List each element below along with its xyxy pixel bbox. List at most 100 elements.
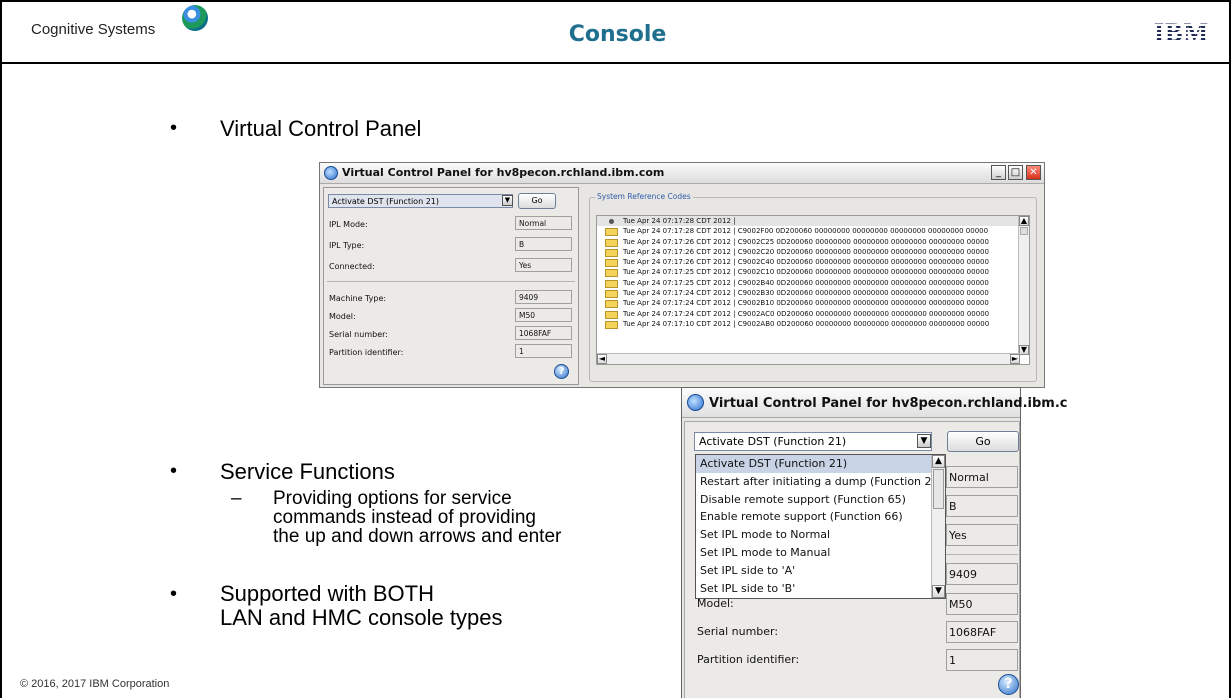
src-row[interactable]: Tue Apr 24 07:17:28 CDT 2012 | bbox=[597, 216, 1029, 227]
dropdown-scrollbar[interactable]: ▲ ▼ bbox=[931, 455, 945, 598]
src-row[interactable]: Tue Apr 24 07:17:26 CDT 2012 | C9002C25 … bbox=[597, 237, 1029, 247]
folder-icon bbox=[605, 290, 618, 299]
src-row-text: Tue Apr 24 07:17:28 CDT 2012 | bbox=[623, 217, 736, 225]
function-select[interactable]: Activate DST (Function 21) bbox=[328, 194, 513, 208]
src-title: System Reference Codes bbox=[595, 192, 693, 201]
bullet-supported-line: LAN and HMC console types bbox=[220, 605, 503, 630]
sub-bullet-line: commands instead of providing bbox=[273, 507, 536, 528]
zoom-window-title: Virtual Control Panel for hv8pecon.rchla… bbox=[709, 396, 1068, 411]
dropdown-option[interactable]: Set IPL side to 'B' bbox=[696, 580, 945, 598]
folder-icon bbox=[605, 279, 618, 288]
src-row[interactable]: Tue Apr 24 07:17:10 CDT 2012 | C9002AB0 … bbox=[597, 319, 1029, 329]
src-row[interactable]: Tue Apr 24 07:17:24 CDT 2012 | C9002B30 … bbox=[597, 288, 1029, 299]
scroll-up-icon[interactable]: ▲ bbox=[1019, 216, 1029, 226]
dropdown-option[interactable]: Set IPL mode to Normal bbox=[696, 526, 945, 544]
folder-icon bbox=[605, 248, 618, 257]
vcp-zoom-window: Virtual Control Panel for hv8pecon.rchla… bbox=[681, 387, 1068, 698]
connected-value: Yes bbox=[946, 524, 1018, 546]
folder-icon bbox=[605, 300, 618, 309]
bullet-service-functions: Service Functions bbox=[220, 459, 395, 484]
zoom-titlebar: Virtual Control Panel for hv8pecon.rchla… bbox=[682, 388, 1068, 418]
field-label: Serial number: bbox=[329, 330, 388, 339]
model-value: M50 bbox=[946, 593, 1018, 615]
src-row-text: Tue Apr 24 07:17:26 CDT 2012 | C9002C40 … bbox=[623, 258, 989, 267]
dropdown-option[interactable]: Enable remote support (Function 66) bbox=[696, 508, 945, 526]
bullet-virtual-control-panel: Virtual Control Panel bbox=[220, 116, 422, 141]
vcp-window: Virtual Control Panel for hv8pecon.rchla… bbox=[319, 162, 1045, 388]
bullet-icon bbox=[609, 219, 614, 224]
machine-type-value: 9409 bbox=[515, 290, 572, 304]
function-select[interactable]: Activate DST (Function 21) bbox=[694, 432, 932, 451]
folder-icon bbox=[605, 310, 618, 319]
model-value: M50 bbox=[515, 308, 572, 322]
scroll-thumb[interactable] bbox=[1020, 227, 1028, 235]
src-row-text: Tue Apr 24 07:17:24 CDT 2012 | C9002B30 … bbox=[623, 289, 989, 298]
scroll-right-icon[interactable]: ► bbox=[1010, 354, 1020, 364]
minimize-button[interactable]: _ bbox=[991, 165, 1006, 180]
src-row-text: Tue Apr 24 07:17:10 CDT 2012 | C9002AB0 … bbox=[623, 319, 990, 328]
close-button[interactable]: ✕ bbox=[1026, 165, 1041, 180]
src-row-text: Tue Apr 24 07:17:25 CDT 2012 | C9002C10 … bbox=[623, 268, 989, 277]
divider bbox=[946, 554, 1018, 555]
dropdown-options: Activate DST (Function 21) Restart after … bbox=[696, 455, 945, 597]
folder-icon bbox=[605, 259, 618, 268]
src-row-text: Tue Apr 24 07:17:24 CDT 2012 | C9002AC0 … bbox=[623, 309, 990, 318]
src-horizontal-scrollbar[interactable]: ◄ ► bbox=[597, 353, 1020, 364]
machine-type-value: 9409 bbox=[946, 563, 1018, 585]
vcp-window-title: Virtual Control Panel for hv8pecon.rchla… bbox=[342, 166, 665, 179]
sub-bullet-line: Providing options for service bbox=[273, 488, 512, 509]
maximize-button[interactable]: □ bbox=[1008, 165, 1023, 180]
src-row-text: Tue Apr 24 07:17:24 CDT 2012 | C9002B10 … bbox=[623, 299, 989, 308]
scroll-left-icon[interactable]: ◄ bbox=[597, 354, 607, 364]
dropdown-option[interactable]: Set IPL side to 'A' bbox=[696, 562, 945, 580]
src-row[interactable]: Tue Apr 24 07:17:25 CDT 2012 | C9002B40 … bbox=[597, 278, 1029, 288]
folder-icon bbox=[605, 320, 618, 329]
bullet-dot: • bbox=[170, 117, 178, 139]
help-icon[interactable]: ? bbox=[998, 674, 1019, 695]
src-row[interactable]: Tue Apr 24 07:17:25 CDT 2012 | C9002C10 … bbox=[597, 267, 1029, 278]
field-label: IPL Type: bbox=[329, 241, 365, 250]
field-label: Model: bbox=[329, 312, 356, 321]
field-label: Machine Type: bbox=[329, 294, 387, 303]
src-row-text: Tue Apr 24 07:17:26 CDT 2012 | C9002C25 … bbox=[623, 237, 989, 246]
dropdown-option[interactable]: Set IPL mode to Manual bbox=[696, 544, 945, 562]
divider bbox=[327, 281, 575, 282]
folder-icon bbox=[605, 238, 618, 247]
partition-identifier-value: 1 bbox=[946, 649, 1018, 671]
field-label: Model: bbox=[697, 597, 734, 610]
ipl-type-value: B bbox=[515, 237, 572, 251]
go-button[interactable]: Go bbox=[518, 193, 556, 209]
go-button[interactable]: Go bbox=[947, 431, 1019, 452]
src-row[interactable]: Tue Apr 24 07:17:28 CDT 2012 | C9002F00 … bbox=[597, 226, 1029, 237]
src-vertical-scrollbar[interactable]: ▲ ▼ bbox=[1018, 216, 1029, 355]
src-list[interactable]: Tue Apr 24 07:17:28 CDT 2012 | Tue Apr 24… bbox=[596, 215, 1030, 365]
src-row[interactable]: Tue Apr 24 07:17:24 CDT 2012 | C9002AC0 … bbox=[597, 309, 1029, 319]
scroll-up-icon[interactable]: ▲ bbox=[932, 455, 945, 468]
src-row[interactable]: Tue Apr 24 07:17:24 CDT 2012 | C9002B10 … bbox=[597, 298, 1029, 309]
field-label: IPL Mode: bbox=[329, 220, 368, 229]
bullet-supported-line: Supported with BOTH bbox=[220, 581, 434, 606]
scroll-down-icon[interactable]: ▼ bbox=[1019, 345, 1029, 355]
scroll-thumb[interactable] bbox=[933, 469, 944, 509]
function-dropdown-list[interactable]: Activate DST (Function 21) Restart after … bbox=[695, 454, 946, 599]
ipl-type-value: B bbox=[946, 495, 1018, 517]
partition-identifier-value: 1 bbox=[515, 344, 572, 358]
dropdown-option[interactable]: Activate DST (Function 21) bbox=[696, 455, 945, 473]
scroll-down-icon[interactable]: ▼ bbox=[932, 585, 945, 598]
src-row[interactable]: Tue Apr 24 07:17:26 CDT 2012 | C9002C20 … bbox=[597, 247, 1029, 257]
ipl-mode-value: Normal bbox=[946, 466, 1018, 488]
sub-bullet-dash: – bbox=[231, 488, 242, 509]
field-label: Partition identifier: bbox=[329, 348, 404, 357]
dropdown-option[interactable]: Disable remote support (Function 65) bbox=[696, 491, 945, 509]
chevron-down-icon[interactable]: ▼ bbox=[502, 195, 513, 206]
ibm-logo: IBM bbox=[1154, 18, 1209, 47]
connected-value: Yes bbox=[515, 258, 572, 272]
folder-icon bbox=[605, 228, 618, 237]
src-row[interactable]: Tue Apr 24 07:17:26 CDT 2012 | C9002C40 … bbox=[597, 257, 1029, 268]
dropdown-option[interactable]: Restart after initiating a dump (Functio… bbox=[696, 473, 945, 491]
field-label: Partition identifier: bbox=[697, 653, 800, 666]
help-icon[interactable]: ? bbox=[554, 364, 569, 379]
slide-title: Console bbox=[568, 22, 667, 47]
vcp-titlebar: Virtual Control Panel for hv8pecon.rchla… bbox=[320, 163, 1044, 184]
chevron-down-icon[interactable]: ▼ bbox=[917, 434, 931, 448]
